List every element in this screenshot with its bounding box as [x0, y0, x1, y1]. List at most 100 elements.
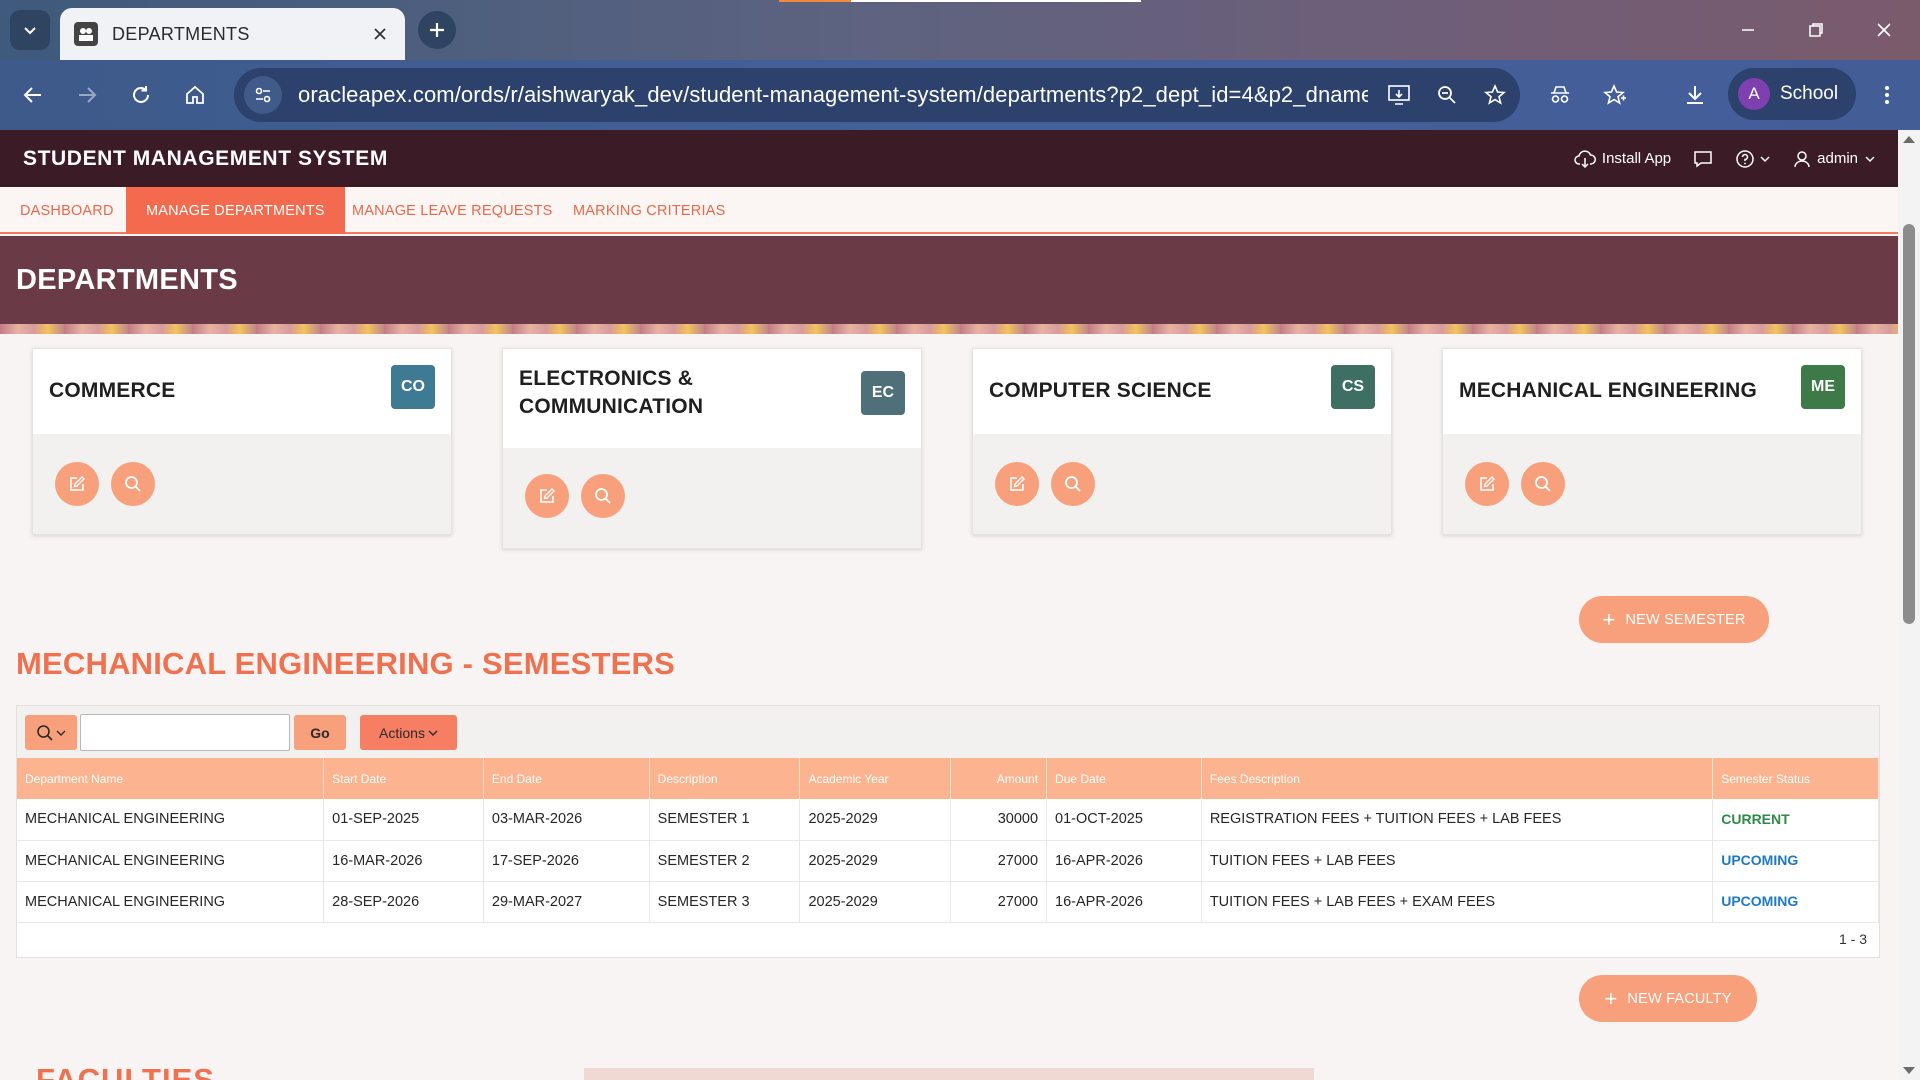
column-header[interactable]: Due Date [1046, 758, 1202, 799]
loading-bar [779, 0, 851, 2]
department-card-computer-science: COMPUTER SCIENCE CS [972, 348, 1392, 535]
close-tab-icon[interactable] [369, 23, 391, 45]
site-info-button[interactable] [244, 76, 282, 114]
scrollbar-thumb[interactable] [1903, 224, 1915, 624]
cell-start-date: 01-SEP-2025 [323, 799, 484, 841]
edit-department-button[interactable] [995, 462, 1039, 506]
view-semesters-button[interactable] [1051, 462, 1095, 506]
reload-button[interactable] [124, 78, 158, 112]
zoom-icon[interactable] [1430, 78, 1464, 112]
tab-dashboard[interactable]: DASHBOARD [0, 187, 134, 234]
cloud-download-icon [1574, 149, 1596, 168]
home-button[interactable] [178, 78, 212, 112]
actions-menu-button[interactable]: Actions [360, 715, 457, 750]
chevron-down-icon [24, 27, 36, 35]
column-header[interactable]: Fees Description [1201, 758, 1714, 799]
help-menu-button[interactable] [1735, 149, 1771, 169]
page-scrollbar[interactable] [1898, 130, 1920, 1080]
report-toolbar: Go Actions [17, 706, 1879, 758]
cell-due-date: 01-OCT-2025 [1046, 799, 1202, 841]
go-button[interactable]: Go [294, 715, 346, 750]
back-button[interactable] [16, 78, 50, 112]
plus-icon: + [1604, 985, 1618, 1011]
install-app-button[interactable]: Install App [1574, 149, 1671, 168]
column-header[interactable]: Department Name [17, 758, 325, 799]
user-label: admin [1817, 150, 1858, 167]
column-header[interactable]: Amount [950, 758, 1048, 799]
new-faculty-label: NEW FACULTY [1627, 990, 1732, 1007]
view-semesters-button[interactable] [1521, 462, 1565, 506]
close-icon [1877, 23, 1891, 37]
tab-manage-leave-requests[interactable]: MANAGE LEAVE REQUESTS [332, 187, 573, 234]
view-semesters-button[interactable] [581, 474, 625, 518]
table-row: MECHANICAL ENGINEERING 16-MAR-2026 17-SE… [17, 840, 1879, 882]
favorites-icon[interactable] [1598, 78, 1632, 112]
page-hero: DEPARTMENTS [0, 236, 1898, 324]
edit-icon [1010, 476, 1025, 491]
new-faculty-button[interactable]: + NEW FACULTY [1579, 975, 1757, 1022]
chevron-down-icon [1760, 155, 1770, 162]
bookmark-star-icon[interactable] [1478, 78, 1512, 112]
restore-button[interactable] [1782, 0, 1850, 60]
faculties-section-title: FACULTIES [36, 1066, 215, 1080]
cell-status: UPCOMING [1712, 881, 1879, 923]
new-semester-button[interactable]: + NEW SEMESTER [1579, 596, 1769, 643]
minimize-button[interactable] [1714, 0, 1782, 60]
browser-menu-icon[interactable] [1870, 78, 1904, 112]
user-menu-button[interactable]: admin [1793, 150, 1876, 168]
app-title[interactable]: STUDENT MANAGEMENT SYSTEM [23, 147, 388, 171]
search-column-button[interactable] [25, 715, 77, 750]
hero-pattern [0, 324, 1898, 334]
cell-status: CURRENT [1712, 799, 1879, 841]
department-code-badge: CS [1331, 365, 1375, 409]
column-header[interactable]: Start Date [323, 758, 484, 799]
status-badge: UPCOMING [1721, 852, 1799, 868]
profile-button[interactable]: A School [1728, 68, 1856, 120]
tab-search-button[interactable] [10, 10, 50, 50]
column-header[interactable]: End Date [483, 758, 650, 799]
scroll-down-icon[interactable] [1903, 1067, 1915, 1074]
home-icon [186, 85, 204, 104]
department-code-badge: EC [861, 371, 905, 415]
download-icon[interactable] [1678, 78, 1712, 112]
install-page-icon[interactable] [1382, 78, 1416, 112]
search-icon [595, 488, 611, 504]
edit-department-button[interactable] [55, 462, 99, 506]
edit-department-button[interactable] [525, 474, 569, 518]
help-icon [1736, 149, 1754, 168]
minimize-icon [1742, 29, 1754, 31]
favicon-icon [74, 22, 98, 46]
column-header[interactable]: Semester Status [1712, 758, 1879, 799]
close-window-button[interactable] [1850, 0, 1918, 60]
cell-end-date: 17-SEP-2026 [483, 840, 650, 882]
report-search-input[interactable] [80, 714, 290, 751]
search-icon [37, 724, 53, 741]
column-header[interactable]: Academic Year [799, 758, 952, 799]
tab-manage-departments[interactable]: MANAGE DEPARTMENTS [126, 187, 345, 234]
department-name: ELECTRONICS & COMMUNICATION [519, 367, 704, 418]
view-semesters-button[interactable] [111, 462, 155, 506]
cell-start-date: 16-MAR-2026 [323, 840, 484, 882]
department-card-commerce: COMMERCE CO [32, 348, 452, 535]
department-card-mechanical: MECHANICAL ENGINEERING ME [1442, 348, 1862, 535]
address-bar[interactable]: oracleapex.com/ords/r/aishwaryak_dev/stu… [234, 68, 1520, 122]
department-name: MECHANICAL ENGINEERING [1459, 379, 1758, 402]
cell-end-date: 03-MAR-2026 [483, 799, 650, 841]
incognito-icon[interactable] [1543, 78, 1577, 112]
department-card-electronics: ELECTRONICS & COMMUNICATION EC [502, 348, 922, 549]
tab-marking-criterias[interactable]: MARKING CRITERIAS [553, 187, 745, 234]
cell-description: SEMESTER 1 [649, 799, 801, 841]
cell-fees-description: REGISTRATION FEES + TUITION FEES + LAB F… [1201, 799, 1714, 841]
cell-start-date: 28-SEP-2026 [323, 881, 484, 923]
scroll-up-icon[interactable] [1903, 136, 1915, 143]
forward-button[interactable] [70, 78, 104, 112]
column-header[interactable]: Description [649, 758, 801, 799]
cell-academic-year: 2025-2029 [799, 840, 952, 882]
browser-tab-active[interactable]: DEPARTMENTS [60, 8, 405, 60]
new-tab-button[interactable] [418, 11, 456, 49]
department-code-badge: ME [1801, 365, 1845, 409]
feedback-button[interactable] [1693, 150, 1713, 168]
chat-icon [1694, 150, 1712, 167]
cell-due-date: 16-APR-2026 [1046, 840, 1202, 882]
edit-department-button[interactable] [1465, 462, 1509, 506]
